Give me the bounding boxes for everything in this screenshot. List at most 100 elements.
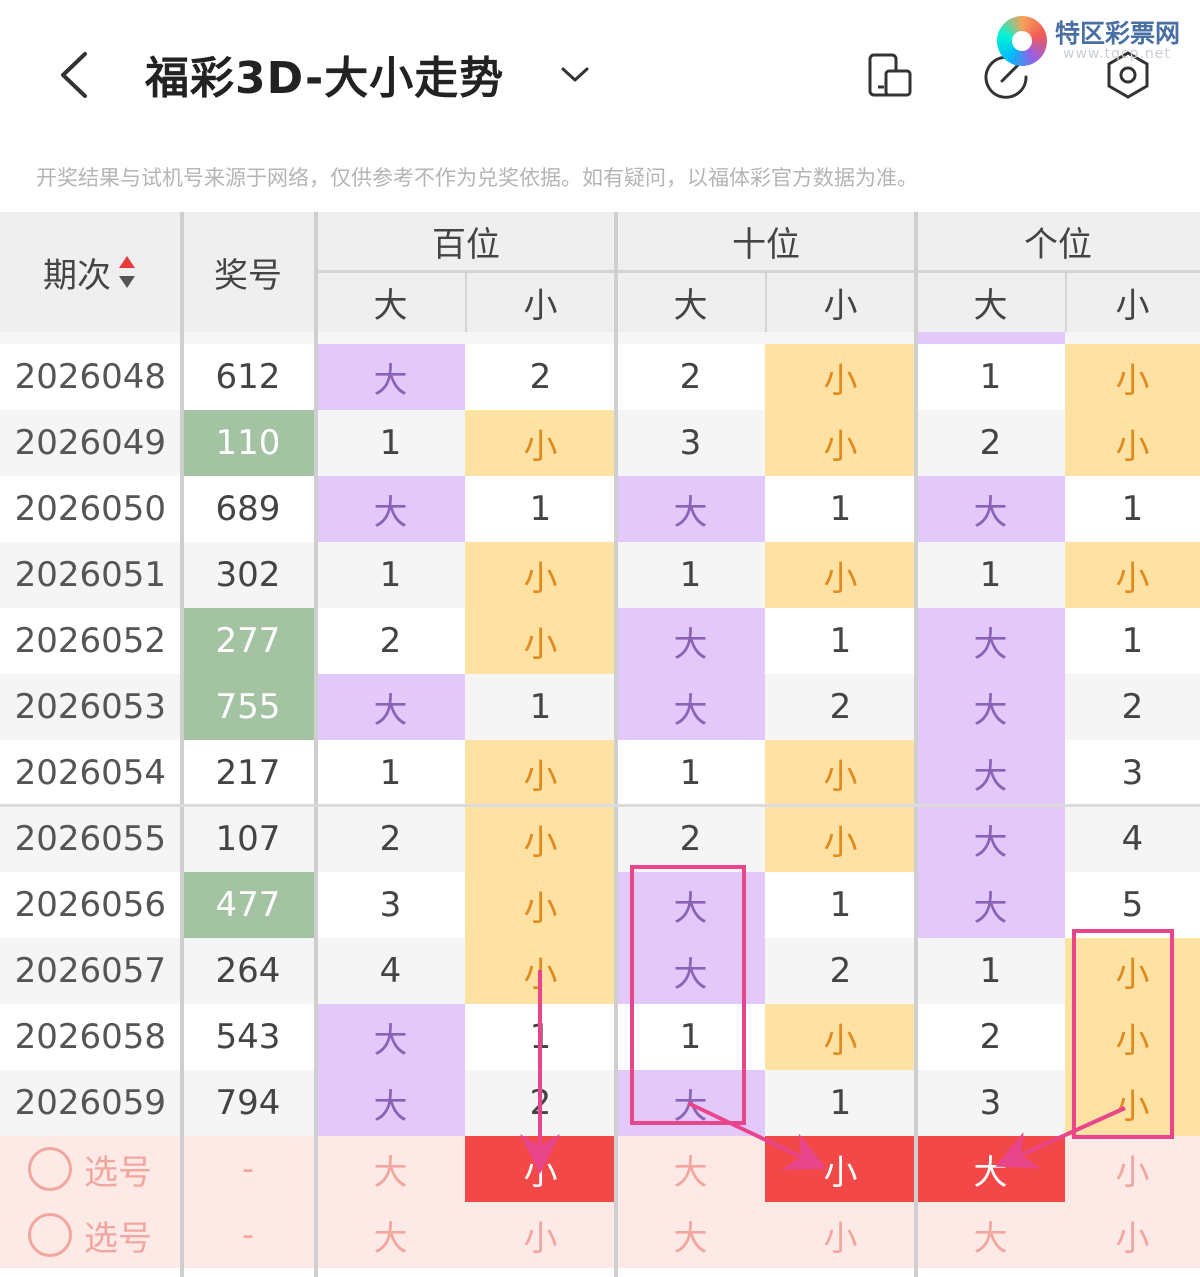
trend-cell: 大 <box>616 476 765 542</box>
radio-button[interactable] <box>28 1213 72 1257</box>
back-button[interactable] <box>40 40 110 110</box>
trend-cell: 1 <box>465 674 616 740</box>
chevron-down-icon <box>561 67 589 82</box>
draw-number-cell: 302 <box>180 542 316 608</box>
trend-cell: 1 <box>916 344 1065 410</box>
select-option-big[interactable]: 大 <box>616 1202 765 1268</box>
header-sub-small: 小 <box>1065 272 1200 332</box>
select-option-big[interactable]: 大 <box>916 1202 1065 1268</box>
trend-cell: 1 <box>916 542 1065 608</box>
trend-cell: 2 <box>316 608 465 674</box>
period-cell: 2026050 <box>0 476 180 542</box>
column-divider <box>314 212 318 1277</box>
draw-number-cell: 755 <box>180 674 316 740</box>
select-option-small[interactable]: 小 <box>465 1202 616 1268</box>
trend-cell: 大 <box>316 476 465 542</box>
logo-name: 特区彩票网 <box>1055 19 1181 48</box>
period-cell: 2026053 <box>0 674 180 740</box>
header-sub-big: 大 <box>316 272 465 332</box>
watermark-logo: 特区彩票网 www.tqcp.net <box>995 10 1195 70</box>
trend-cell: 2 <box>916 1004 1065 1070</box>
trend-cell: 小 <box>1065 542 1200 608</box>
period-cell: 2026057 <box>0 938 180 1004</box>
trend-cell: 大 <box>316 674 465 740</box>
trend-cell: 大 <box>316 344 465 410</box>
logo-swirl-icon <box>997 16 1047 66</box>
select-option-small[interactable]: 小 <box>765 1202 916 1268</box>
period-cell: 2026055 <box>0 806 180 872</box>
trend-cell: 大 <box>916 674 1065 740</box>
select-option-small[interactable]: 小 <box>465 1136 616 1202</box>
period-cell: 2026054 <box>0 740 180 806</box>
device-switch-button[interactable] <box>862 45 918 105</box>
select-option-big[interactable]: 大 <box>316 1202 465 1268</box>
draw-number-cell: 110 <box>180 410 316 476</box>
select-row-label[interactable]: 选号 <box>0 1136 180 1202</box>
draw-number-cell: 264 <box>180 938 316 1004</box>
period-cell: 2026052 <box>0 608 180 674</box>
trend-cell: 4 <box>316 938 465 1004</box>
select-option-big[interactable]: 大 <box>616 1136 765 1202</box>
trend-cell: 2 <box>765 938 916 1004</box>
trend-cell: 小 <box>465 938 616 1004</box>
trend-cell: 大 <box>916 608 1065 674</box>
disclaimer-text: 开奖结果与试机号来源于网络，仅供参考不作为兑奖依据。如有疑问，以福体彩官方数据为… <box>36 166 918 190</box>
trend-cell: 小 <box>765 410 916 476</box>
select-row-label[interactable]: 选号 <box>0 1202 180 1268</box>
draw-number-cell: 277 <box>180 608 316 674</box>
trend-cell: 1 <box>316 542 465 608</box>
title-dropdown-button[interactable] <box>555 55 595 95</box>
trend-cell: 大 <box>616 674 765 740</box>
trend-cell: 小 <box>465 410 616 476</box>
row-divider <box>0 804 1200 807</box>
period-cell: 2026058 <box>0 1004 180 1070</box>
select-option-big[interactable]: 大 <box>916 1136 1065 1202</box>
trend-cell: 大 <box>316 1070 465 1136</box>
sub-column-divider <box>765 272 767 332</box>
gap-big-strip <box>916 332 1065 344</box>
select-option-small[interactable]: 小 <box>765 1136 916 1202</box>
trend-cell: 小 <box>1065 1004 1200 1070</box>
trend-cell: 2 <box>616 344 765 410</box>
period-cell: 2026059 <box>0 1070 180 1136</box>
trend-cell: 2 <box>765 674 916 740</box>
select-option-big[interactable]: 大 <box>316 1136 465 1202</box>
trend-cell: 1 <box>316 740 465 806</box>
trend-cell: 大 <box>616 938 765 1004</box>
draw-number-cell: 477 <box>180 872 316 938</box>
phone-tablet-icon <box>868 53 912 97</box>
select-option-small[interactable]: 小 <box>1065 1136 1200 1202</box>
sub-column-divider <box>465 272 467 332</box>
column-divider <box>914 212 918 1277</box>
trend-cell: 小 <box>765 740 916 806</box>
trend-cell: 小 <box>465 806 616 872</box>
radio-button[interactable] <box>28 1147 72 1191</box>
trend-cell: 小 <box>1065 344 1200 410</box>
trend-cell: 4 <box>1065 806 1200 872</box>
trend-cell: 小 <box>765 344 916 410</box>
header-number: 奖号 <box>180 212 316 332</box>
period-cell: 2026056 <box>0 872 180 938</box>
header-sub-small: 小 <box>465 272 616 332</box>
header-period-label[interactable]: 期次 <box>0 212 180 332</box>
trend-cell: 小 <box>465 608 616 674</box>
header-group-2: 个位 <box>916 212 1200 270</box>
trend-cell: 3 <box>316 872 465 938</box>
page-title[interactable]: 福彩3D-大小走势 <box>145 42 504 106</box>
draw-number-cell: 217 <box>180 740 316 806</box>
sort-icon[interactable] <box>117 254 137 290</box>
trend-cell: 2 <box>465 1070 616 1136</box>
select-number-cell: - <box>180 1202 316 1268</box>
trend-table: 期次 奖号 百位大小十位大小个位大小 2026048 612 大 2 2 小 1 小 2026049 1… <box>0 212 1200 1277</box>
trend-cell: 3 <box>916 1070 1065 1136</box>
chevron-left-icon <box>61 52 87 98</box>
trend-cell: 小 <box>465 542 616 608</box>
header-sub-big: 大 <box>616 272 765 332</box>
select-option-small[interactable]: 小 <box>1065 1202 1200 1268</box>
draw-number-cell: 107 <box>180 806 316 872</box>
trend-cell: 小 <box>465 740 616 806</box>
draw-number-cell: 612 <box>180 344 316 410</box>
column-divider <box>180 212 184 1277</box>
trend-cell: 1 <box>765 608 916 674</box>
trend-cell: 大 <box>616 872 765 938</box>
